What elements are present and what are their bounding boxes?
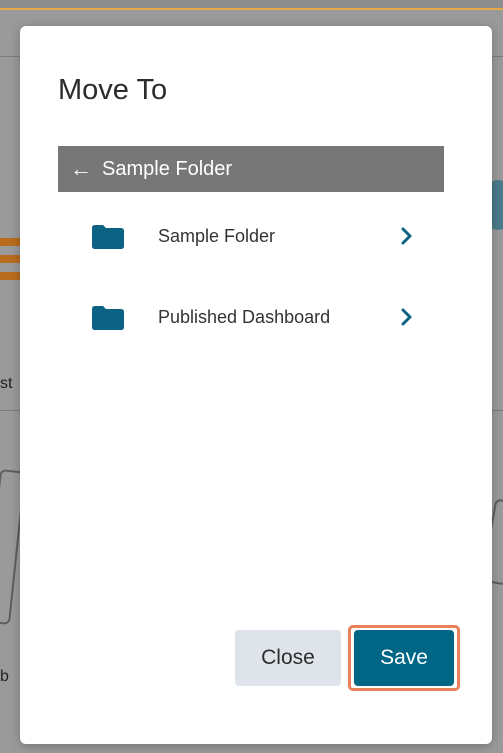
folder-item-published-dashboard[interactable]: Published Dashboard: [90, 297, 450, 337]
background-chart-bars: [0, 238, 20, 298]
folder-name: Sample Folder: [158, 226, 276, 246]
chevron-right-icon[interactable]: [398, 224, 416, 248]
background-text: st: [0, 375, 13, 392]
background-text: b: [0, 668, 9, 685]
folder-item-sample-folder[interactable]: Sample Folder: [90, 216, 450, 256]
dialog-title: Move To: [58, 74, 168, 106]
app-top-bar: [0, 0, 503, 10]
current-folder-back-button[interactable]: ← Sample Folder: [58, 146, 444, 192]
folder-icon: [92, 306, 124, 330]
folder-icon: [92, 225, 124, 249]
arrow-left-icon[interactable]: ←: [70, 158, 92, 180]
current-folder-label: Sample Folder: [102, 157, 233, 180]
save-button[interactable]: Save: [354, 630, 454, 686]
chevron-right-icon[interactable]: [398, 305, 416, 329]
folder-name: Published Dashboard: [158, 307, 331, 327]
close-button[interactable]: Close: [235, 630, 341, 686]
move-to-dialog: Move To ← Sample Folder Sample Folder Pu…: [20, 26, 492, 744]
